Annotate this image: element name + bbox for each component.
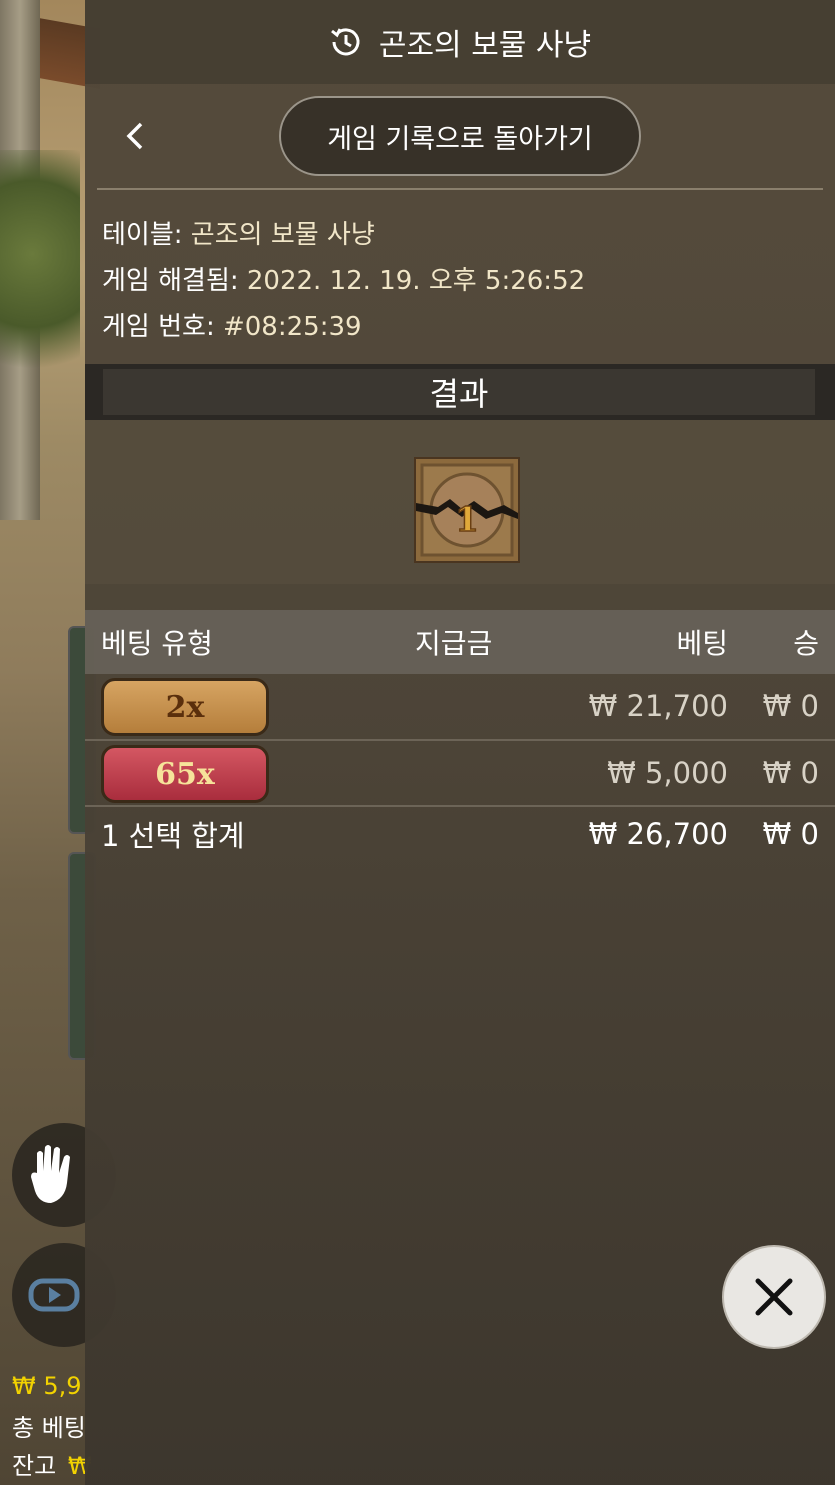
hand-icon (31, 1145, 70, 1203)
history-icon (330, 28, 360, 56)
chevron-left-icon (126, 122, 143, 150)
bet-chip-2x: 2x (101, 678, 269, 736)
background-balance-label: 잔고 ₩ (12, 1452, 92, 1480)
info-table: 테이블: 곤조의 보물 사냥 (102, 220, 375, 250)
close-button[interactable] (722, 1245, 826, 1349)
info-game-number: 게임 번호: #08:25:39 (102, 312, 362, 342)
repeat-icon (28, 1278, 80, 1312)
bet-amount: ₩ 21,700 (588, 689, 728, 723)
background-plants (0, 150, 80, 410)
column-win: 승 (793, 627, 819, 660)
result-tile-art: 1 (416, 463, 518, 557)
navigation-row: 게임 기록으로 돌아가기 (85, 84, 835, 188)
result-header-label: 결과 (103, 369, 815, 415)
total-row: 1 선택 합계 ₩ 26,700 ₩ 0 (85, 802, 835, 866)
background-total-bet-label: 총 베팅 (12, 1414, 86, 1442)
panel-title: 곤조의 보물 사냥 (378, 28, 592, 63)
result-area: 1 (85, 420, 835, 584)
result-header: 결과 (85, 364, 835, 420)
column-bet-type: 베팅 유형 (101, 627, 213, 660)
bet-amount: ₩ 5,000 (607, 756, 728, 790)
background-balance-amount: ₩ 5,9 (12, 1372, 82, 1400)
total-bet-amount: ₩ 26,700 (588, 817, 728, 851)
info-resolved: 게임 해결됨: 2022. 12. 19. 오후 5:26:52 (102, 266, 586, 296)
win-amount: ₩ 0 (762, 756, 819, 790)
result-tile-value: 1 (455, 500, 479, 540)
back-button[interactable] (115, 114, 155, 158)
panel-title-bar: 곤조의 보물 사냥 (85, 0, 835, 84)
result-tile: 1 (414, 457, 520, 563)
bets-table-header: 베팅 유형 지급금 베팅 승 (85, 610, 835, 674)
back-to-history-button[interactable]: 게임 기록으로 돌아가기 (279, 96, 641, 176)
total-label: 1 선택 합계 (101, 819, 245, 853)
table-row: 65x ₩ 5,000 ₩ 0 (85, 741, 835, 805)
game-history-panel: 곤조의 보물 사냥 게임 기록으로 돌아가기 테이블: 곤조의 보물 사냥 게임… (85, 0, 835, 1485)
total-win-amount: ₩ 0 (762, 817, 819, 851)
table-row: 2x ₩ 21,700 ₩ 0 (85, 674, 835, 738)
bet-chip-65x: 65x (101, 745, 269, 803)
column-bet: 베팅 (676, 627, 728, 660)
win-amount: ₩ 0 (762, 689, 819, 723)
divider (97, 188, 823, 190)
column-payout: 지급금 (415, 627, 493, 660)
close-icon (755, 1278, 793, 1316)
